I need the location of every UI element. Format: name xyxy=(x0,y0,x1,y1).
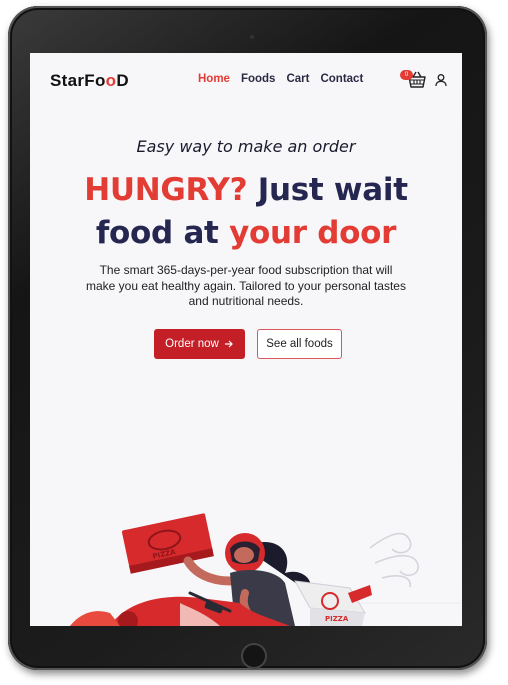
hero-description: The smart 365-days-per-year food subscri… xyxy=(86,263,406,308)
brand-text-start: StarFo xyxy=(50,71,106,90)
navbar: StarFooD Home Foods Cart Contact 0 xyxy=(30,53,462,108)
screen: StarFooD Home Foods Cart Contact 0 Easy … xyxy=(30,53,462,626)
user-icon[interactable] xyxy=(434,73,448,87)
nav-item-foods[interactable]: Foods xyxy=(241,73,276,85)
order-now-button[interactable]: Order now xyxy=(154,329,245,359)
headline-food-at: food at xyxy=(95,215,230,251)
headline-your-door: your door xyxy=(229,215,397,251)
brand-text-end: D xyxy=(116,71,129,90)
wind-swirls xyxy=(369,532,419,588)
order-now-label: Order now xyxy=(165,338,219,350)
hero-headline: HUNGRY? Just wait food at your door xyxy=(30,169,462,255)
cart-count-badge: 0 xyxy=(400,70,413,80)
see-all-foods-label: See all foods xyxy=(266,338,333,350)
camera-dot xyxy=(250,35,254,39)
nav-item-contact[interactable]: Contact xyxy=(320,73,363,85)
headline-just-wait: Just wait xyxy=(247,172,408,208)
scooter-label: PIZZA xyxy=(325,615,349,623)
brand-logo[interactable]: StarFooD xyxy=(50,71,129,91)
nav-item-home[interactable]: Home xyxy=(198,73,230,85)
home-button[interactable] xyxy=(241,643,267,669)
nav-menu: Home Foods Cart Contact xyxy=(198,73,363,85)
cart-button[interactable]: 0 xyxy=(400,69,428,89)
arrow-right-icon xyxy=(224,340,233,348)
nav-item-cart[interactable]: Cart xyxy=(286,73,309,85)
hero-tagline: Easy way to make an order xyxy=(136,137,356,156)
headline-hungry: HUNGRY? xyxy=(84,172,248,208)
pizza-box: PIZZA xyxy=(121,513,214,574)
delivery-illustration: PIZZA PIZZA xyxy=(70,513,462,626)
see-all-foods-button[interactable]: See all foods xyxy=(257,329,342,359)
brand-text-accent: o xyxy=(105,71,117,90)
